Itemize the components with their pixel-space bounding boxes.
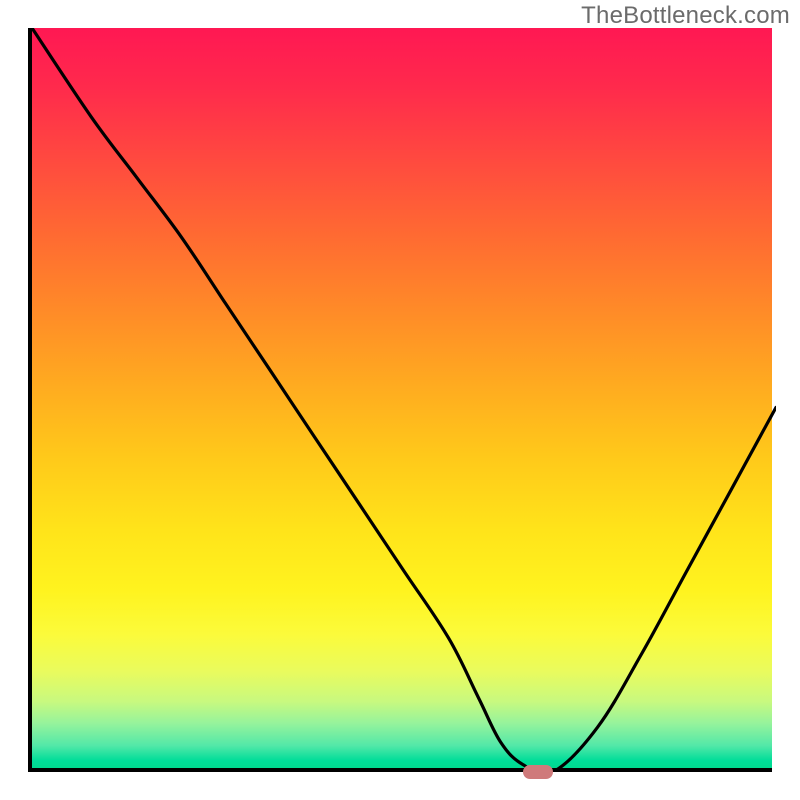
watermark-text: TheBottleneck.com (581, 2, 790, 30)
optimal-point-marker (523, 765, 553, 779)
heat-gradient-background (32, 28, 772, 768)
plot-area (28, 28, 772, 772)
chart-container: TheBottleneck.com (0, 0, 800, 800)
